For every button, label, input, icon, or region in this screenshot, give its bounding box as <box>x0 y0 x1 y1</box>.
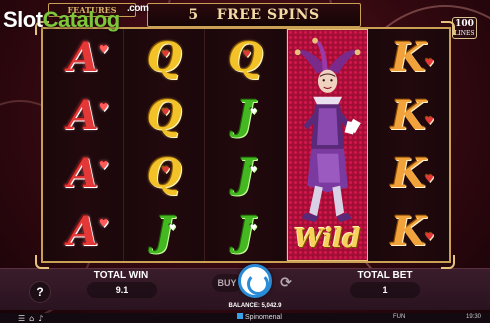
slotcatalog-watermark: SlotCatalog .com <box>3 3 149 33</box>
balance-text: BALANCE: 5,042.9 <box>228 303 282 309</box>
symbol-k: K ♥ <box>391 92 434 139</box>
reel-cell: A ♥ <box>43 145 123 203</box>
reel-2: Q ♥ Q ♥ Q ♥ J ♥ <box>124 29 206 261</box>
total-bet-value[interactable]: 1 <box>350 282 420 298</box>
heart-icon: ♥ <box>242 50 251 60</box>
reel-cell: A ♥ <box>43 87 123 145</box>
heart-icon: ♥ <box>424 174 434 185</box>
symbol-a: A ♥ <box>67 208 109 255</box>
heart-icon: ♥ <box>424 58 434 69</box>
symbol-j: J ♥ <box>154 208 176 255</box>
symbol-k: K ♥ <box>391 34 434 81</box>
frame-corner <box>441 255 455 269</box>
provider-icon <box>237 313 243 319</box>
reel-cell: K ♥ <box>368 87 449 145</box>
heart-icon: ♥ <box>98 43 109 56</box>
reel-cell: A ♥ <box>43 29 123 87</box>
autoplay-icon[interactable]: ⟳ <box>276 274 296 292</box>
total-win-label: TOTAL WIN <box>93 270 149 281</box>
reel-cell: J ♥ <box>124 203 204 261</box>
lines-value: 100 <box>455 19 474 29</box>
wild-label: Wild <box>293 224 361 254</box>
symbol-a: A ♥ <box>67 150 109 197</box>
reel-5: K ♥ K ♥ K ♥ K ♥ <box>367 29 449 261</box>
clock: 19:30 <box>466 314 482 320</box>
symbol-q: Q ♥ <box>146 150 182 197</box>
symbol-q: Q ♥ <box>228 34 263 81</box>
reel-4-wild: Wild <box>286 29 368 261</box>
game-background: SlotCatalog .com FEATURES 5 FREE SPINS 10… <box>0 0 490 323</box>
heart-icon: ♥ <box>168 222 176 232</box>
reel-cell: Q ♥ <box>124 87 204 145</box>
reel-1: A ♥ A ♥ A ♥ A ♥ <box>43 29 125 261</box>
lines-badge: 100 LINES <box>452 17 477 39</box>
symbol-q: Q ♥ <box>146 34 182 81</box>
total-bet-label: TOTAL BET <box>357 270 413 281</box>
reel-cell: Q ♥ <box>124 145 204 203</box>
watermark-suffix: .com <box>127 3 149 14</box>
free-spins-banner: 5 FREE SPINS <box>147 3 361 27</box>
home-icon[interactable]: ⌂ <box>29 314 38 323</box>
reel-cell: A ♥ <box>43 203 123 261</box>
watermark-part2: Catalog <box>42 7 121 32</box>
symbol-j: J ♥ <box>236 208 257 255</box>
heart-icon: ♥ <box>249 164 257 174</box>
reel-cell: K ♥ <box>368 29 449 87</box>
provider-logo: Spinomenal <box>237 313 282 321</box>
total-win-value: 9.1 <box>87 282 157 298</box>
reel-cell: K ♥ <box>368 203 449 261</box>
frame-corner <box>441 21 455 35</box>
heart-icon: ♥ <box>98 159 109 172</box>
reel-cell: J ♥ <box>205 145 285 203</box>
heart-icon: ♥ <box>249 222 257 232</box>
free-spins-count: 5 <box>188 7 199 23</box>
footer-icons: ☰⌂♪ <box>18 314 47 323</box>
heart-icon: ♥ <box>98 101 109 114</box>
heart-icon: ♥ <box>161 108 170 118</box>
heart-icon: ♥ <box>424 232 434 243</box>
reel-cell: Q ♥ <box>124 29 204 87</box>
heart-icon: ♥ <box>161 50 170 60</box>
reel-cell: K ♥ <box>368 145 449 203</box>
symbol-k: K ♥ <box>391 150 434 197</box>
menu-icon[interactable]: ☰ <box>18 314 29 323</box>
sound-icon[interactable]: ♪ <box>38 314 47 323</box>
symbol-q: Q ♥ <box>146 92 182 139</box>
frame-corner <box>35 255 49 269</box>
watermark-part1: Slot <box>3 7 43 32</box>
lines-label: LINES <box>454 30 475 37</box>
symbol-a: A ♥ <box>67 92 109 139</box>
free-spins-label: FREE SPINS <box>216 7 320 23</box>
symbol-a: A ♥ <box>67 34 109 81</box>
reel-cell: Q ♥ <box>205 29 285 87</box>
heart-icon: ♥ <box>424 116 434 127</box>
reel-cell: J ♥ <box>205 203 285 261</box>
reel-3: Q ♥ J ♥ J ♥ J ♥ <box>205 29 287 261</box>
symbol-j: J ♥ <box>236 150 257 197</box>
mode-label: FUN <box>393 314 406 320</box>
spin-button[interactable] <box>238 264 272 298</box>
help-button[interactable]: ? <box>29 281 51 303</box>
reel-cell: J ♥ <box>205 87 285 145</box>
heart-icon: ♥ <box>249 106 257 116</box>
provider-name: Spinomenal <box>245 314 282 321</box>
reels-area: A ♥ A ♥ A ♥ A ♥ Q ♥ Q ♥ Q ♥ J ♥ Q ♥ J ♥ J ♥ J ♥ <box>41 27 451 263</box>
heart-icon: ♥ <box>161 166 170 176</box>
heart-icon: ♥ <box>98 217 109 230</box>
symbol-j: J ♥ <box>236 92 257 139</box>
symbol-k: K ♥ <box>391 208 434 255</box>
